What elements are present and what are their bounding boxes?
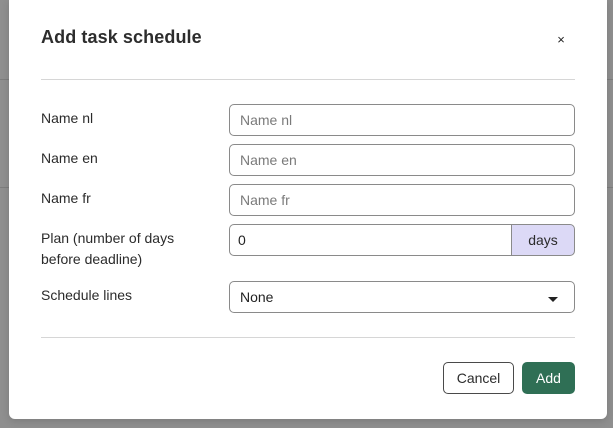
plan-days-group: days [229, 224, 575, 256]
schedule-lines-select[interactable]: None [229, 281, 575, 313]
close-icon: × [557, 31, 565, 47]
schedule-lines-label: Schedule lines [41, 287, 133, 303]
name-en-input[interactable] [229, 144, 575, 176]
name-fr-label: Name fr [41, 190, 91, 206]
cancel-button[interactable]: Cancel [443, 362, 514, 394]
close-button[interactable]: × [552, 30, 570, 48]
add-button[interactable]: Add [522, 362, 575, 394]
name-en-label: Name en [41, 150, 98, 166]
name-nl-input[interactable] [229, 104, 575, 136]
footer-divider [41, 337, 575, 338]
name-nl-label: Name nl [41, 110, 94, 126]
add-task-schedule-dialog: Add task schedule × Name nl Name en Name… [9, 0, 607, 419]
chevron-down-icon [548, 296, 558, 302]
name-fr-input[interactable] [229, 184, 575, 216]
dialog-title: Add task schedule [41, 27, 202, 47]
days-unit-addon: days [511, 224, 575, 256]
header-divider [41, 79, 575, 80]
plan-days-input[interactable] [229, 224, 511, 256]
plan-label: Plan (number of days before deadline) [41, 230, 175, 267]
schedule-lines-selected-value: None [240, 289, 274, 305]
